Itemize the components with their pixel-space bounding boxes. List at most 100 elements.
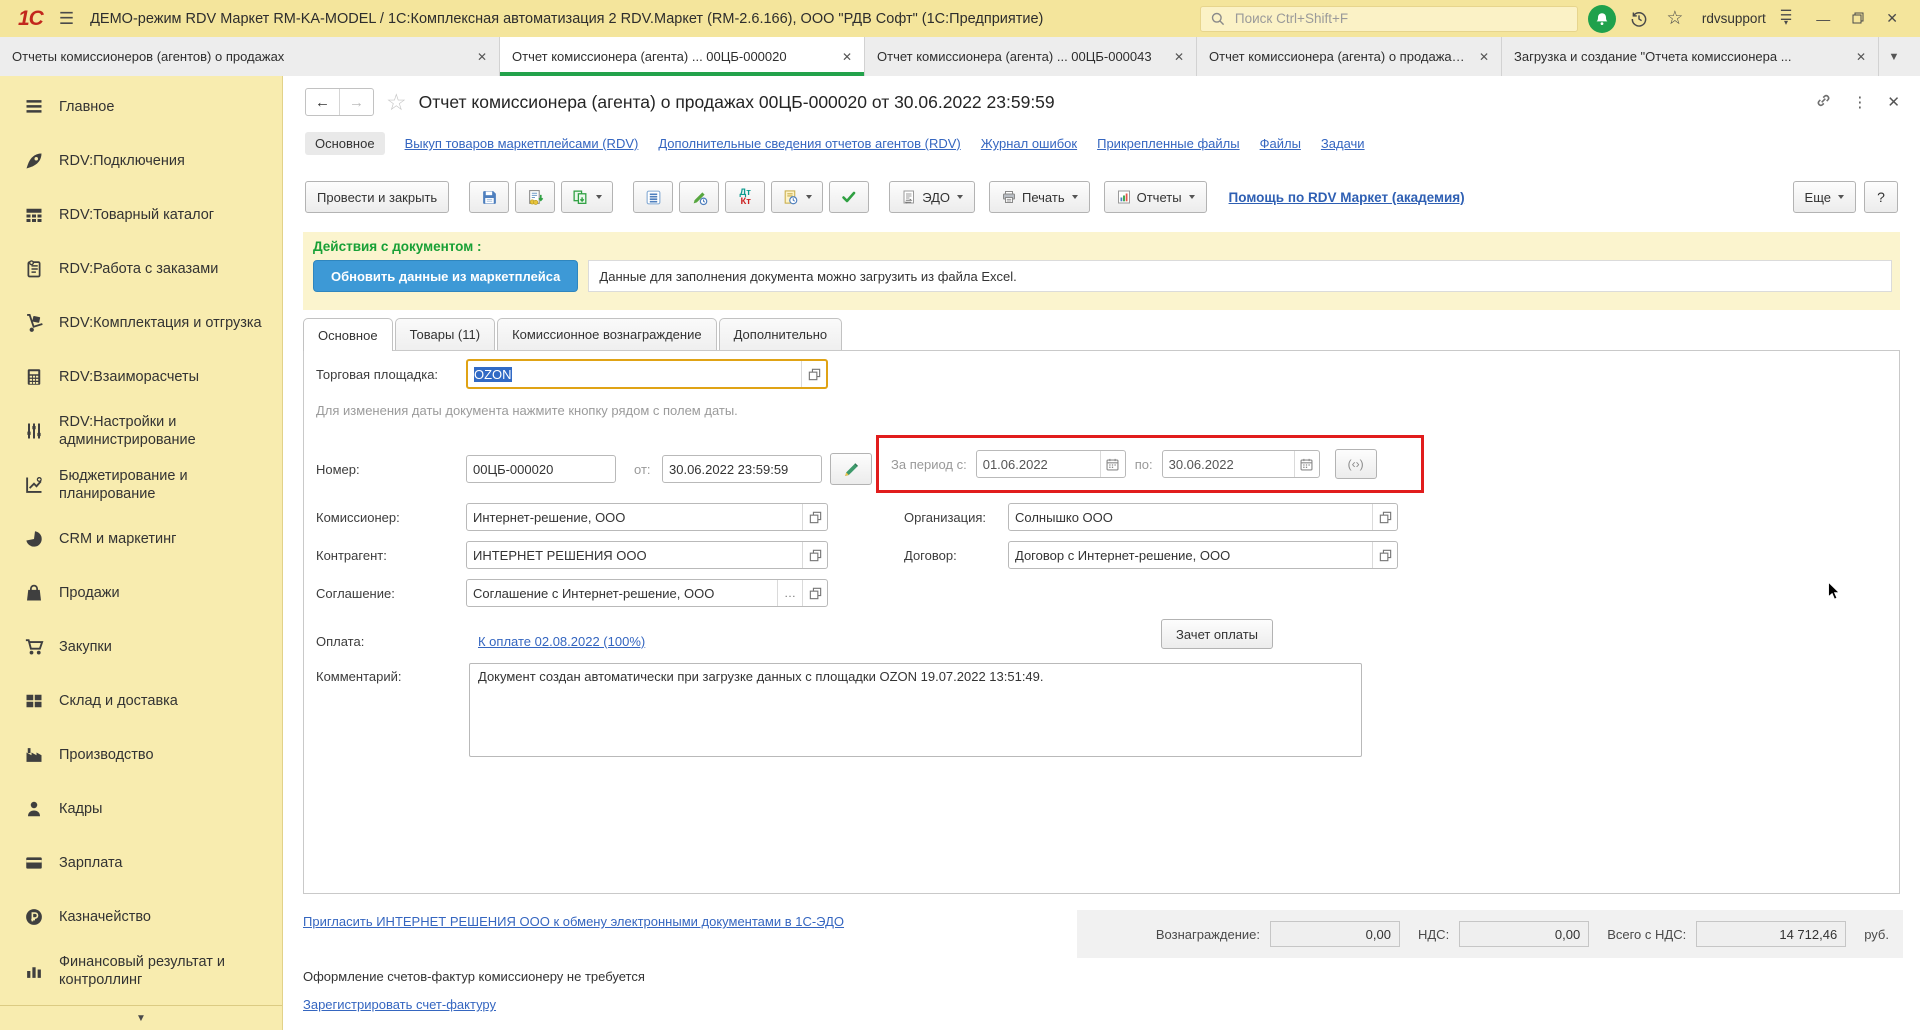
sidebar-item-production[interactable]: Производство [0, 728, 282, 782]
open-icon[interactable] [1372, 542, 1397, 568]
open-icon[interactable] [1372, 504, 1397, 530]
sidebar-item-hr[interactable]: Кадры [0, 782, 282, 836]
tab-4[interactable]: Отчет комиссионера (агента) о продажах (… [1197, 37, 1502, 76]
post-document-button[interactable] [515, 181, 556, 213]
help-button[interactable]: ? [1864, 181, 1898, 213]
create-based-on-button[interactable] [561, 181, 614, 213]
tab-close-icon[interactable]: ✕ [1174, 50, 1184, 64]
tab-close-icon[interactable]: ✕ [1856, 50, 1866, 64]
more-button[interactable]: Еще [1792, 181, 1856, 213]
tab-close-icon[interactable]: ✕ [842, 50, 852, 64]
agreement-field[interactable]: Соглашение с Интернет-решение, ООО … [466, 579, 828, 607]
sidebar-item-rdv-orders[interactable]: RDV:Работа с заказами [0, 242, 282, 296]
sidebar-collapse-arrow-icon[interactable]: ▼ [0, 1005, 282, 1030]
doc-nav-link-4[interactable]: Прикрепленные файлы [1097, 136, 1240, 151]
sidebar-item-label: CRM и маркетинг [59, 531, 177, 547]
back-button[interactable]: ← [306, 89, 340, 115]
document-structure-button[interactable] [633, 181, 674, 213]
service-menu-icon[interactable]: ☰ ▾ [1780, 8, 1793, 27]
sidebar-item-crm[interactable]: CRM и маркетинг [0, 512, 282, 566]
tab-close-icon[interactable]: ✕ [1479, 50, 1489, 64]
document-movements-button[interactable] [771, 181, 824, 213]
form-tab-3[interactable]: Комиссионное вознаграждение [497, 318, 717, 350]
sidebar-item-rdv-shipping[interactable]: RDV:Комплектация и отгрузка [0, 296, 282, 350]
period-from-field[interactable]: 01.06.2022 [975, 450, 1126, 478]
payment-due-link[interactable]: К оплате 02.08.2022 (100%) [478, 634, 645, 649]
tab-1[interactable]: Отчеты комиссионеров (агентов) о продажа… [0, 37, 500, 76]
comment-textarea[interactable]: Документ создан автоматически при загруз… [469, 663, 1362, 757]
open-icon[interactable] [802, 580, 827, 606]
sidebar-item-rdv-connections[interactable]: RDV:Подключения [0, 134, 282, 188]
doc-nav-link-3[interactable]: Журнал ошибок [981, 136, 1077, 151]
register-invoice-link[interactable]: Зарегистрировать счет-фактуру [303, 997, 496, 1012]
doc-nav-active[interactable]: Основное [305, 132, 385, 155]
doc-nav-link-1[interactable]: Выкуп товаров маркетплейсами (RDV) [405, 136, 639, 151]
sidebar-item-budgeting[interactable]: Бюджетирование и планирование [0, 458, 282, 512]
sidebar-item-rdv-settlements[interactable]: RDV:Взаиморасчеты [0, 350, 282, 404]
choose-ellipsis-icon[interactable]: … [777, 580, 802, 606]
sidebar-item-purchases[interactable]: Закупки [0, 620, 282, 674]
sidebar-item-rdv-catalog[interactable]: RDV:Товарный каталог [0, 188, 282, 242]
edo-button[interactable]: ЭДО [889, 181, 976, 213]
open-icon[interactable] [802, 504, 827, 530]
counterparty-field[interactable]: ИНТЕРНЕТ РЕШЕНИЯ ООО [466, 541, 828, 569]
doc-nav-link-5[interactable]: Файлы [1260, 136, 1301, 151]
edo-invite-link[interactable]: Пригласить ИНТЕРНЕТ РЕШЕНИЯ ООО к обмену… [303, 914, 844, 929]
edit-registration-time-button[interactable] [679, 181, 720, 213]
minimize-icon[interactable]: — [1816, 11, 1830, 27]
doc-nav-link-6[interactable]: Задачи [1321, 136, 1365, 151]
refresh-marketplace-data-button[interactable]: Обновить данные из маркетплейса [313, 260, 579, 292]
tab-2[interactable]: Отчет комиссионера (агента) ... 00ЦБ-000… [500, 37, 865, 76]
sidebar-item-salary[interactable]: Зарплата [0, 836, 282, 890]
favorites-star-icon[interactable]: ☆ [1662, 6, 1688, 32]
payment-offset-button[interactable]: Зачет оплаты [1161, 619, 1274, 649]
global-search[interactable] [1199, 5, 1578, 32]
doc-nav-link-2[interactable]: Дополнительные сведения отчетов агентов … [658, 136, 960, 151]
save-button[interactable] [469, 181, 510, 213]
sidebar-item-treasury[interactable]: Казначейство [0, 890, 282, 944]
tab-overflow-icon[interactable]: ▼ [1879, 37, 1909, 76]
tab-5[interactable]: Загрузка и создание "Отчета комиссионера… [1502, 37, 1879, 76]
contract-field[interactable]: Договор с Интернет-решение, ООО [1008, 541, 1398, 569]
add-favorite-star-icon[interactable]: ☆ [386, 90, 407, 114]
open-icon[interactable] [801, 361, 826, 387]
tab-3[interactable]: Отчет комиссионера (агента) ... 00ЦБ-000… [865, 37, 1197, 76]
forward-button[interactable]: → [340, 89, 373, 115]
rdv-help-link[interactable]: Помощь по RDV Маркет (академия) [1229, 190, 1465, 205]
search-input[interactable] [1232, 10, 1569, 27]
more-menu-dots-icon[interactable]: ⋮ [1852, 93, 1867, 111]
close-window-icon[interactable]: ✕ [1886, 10, 1898, 27]
sidebar-item-sales[interactable]: Продажи [0, 566, 282, 620]
period-to-field[interactable]: 30.06.2022 [1161, 450, 1320, 478]
organization-field[interactable]: Солнышко ООО [1008, 503, 1398, 531]
number-field[interactable]: 00ЦБ-000020 [466, 455, 616, 483]
open-icon[interactable] [802, 542, 827, 568]
sidebar-item-warehouse[interactable]: Склад и доставка [0, 674, 282, 728]
current-user[interactable]: rdvsupport [1698, 11, 1770, 26]
history-icon[interactable] [1626, 6, 1652, 32]
check-button[interactable] [829, 181, 870, 213]
show-postings-dtkt-button[interactable]: Дт Кт [725, 181, 766, 213]
sidebar-item-rdv-admin[interactable]: RDV:Настройки и администрирование [0, 404, 282, 458]
form-tab-4[interactable]: Дополнительно [718, 318, 843, 350]
select-period-button[interactable]: (‹›) [1334, 449, 1377, 479]
print-button[interactable]: Печать [989, 181, 1090, 213]
form-tab-1[interactable]: Основное [303, 318, 393, 351]
get-link-icon[interactable] [1815, 92, 1832, 112]
marketplace-field[interactable]: OZON [466, 359, 828, 389]
calendar-icon[interactable] [1099, 451, 1125, 477]
sidebar-item-main[interactable]: Главное [0, 80, 282, 134]
document-date-field[interactable]: 30.06.2022 23:59:59 [662, 455, 822, 483]
close-document-icon[interactable]: ✕ [1887, 93, 1900, 111]
sidebar-item-finance[interactable]: Финансовый результат и контроллинг [0, 944, 282, 998]
calendar-icon[interactable] [1293, 451, 1319, 477]
commissioner-field[interactable]: Интернет-решение, ООО [466, 503, 828, 531]
edit-date-button[interactable] [830, 453, 872, 485]
restore-icon[interactable] [1852, 11, 1864, 27]
notifications-icon[interactable] [1587, 4, 1616, 33]
post-and-close-button[interactable]: Провести и закрыть [305, 181, 450, 213]
reports-button[interactable]: Отчеты [1103, 181, 1207, 213]
form-tab-2[interactable]: Товары (11) [394, 318, 496, 350]
tab-close-icon[interactable]: ✕ [477, 50, 487, 64]
main-menu-icon[interactable]: ☰ [53, 9, 80, 29]
